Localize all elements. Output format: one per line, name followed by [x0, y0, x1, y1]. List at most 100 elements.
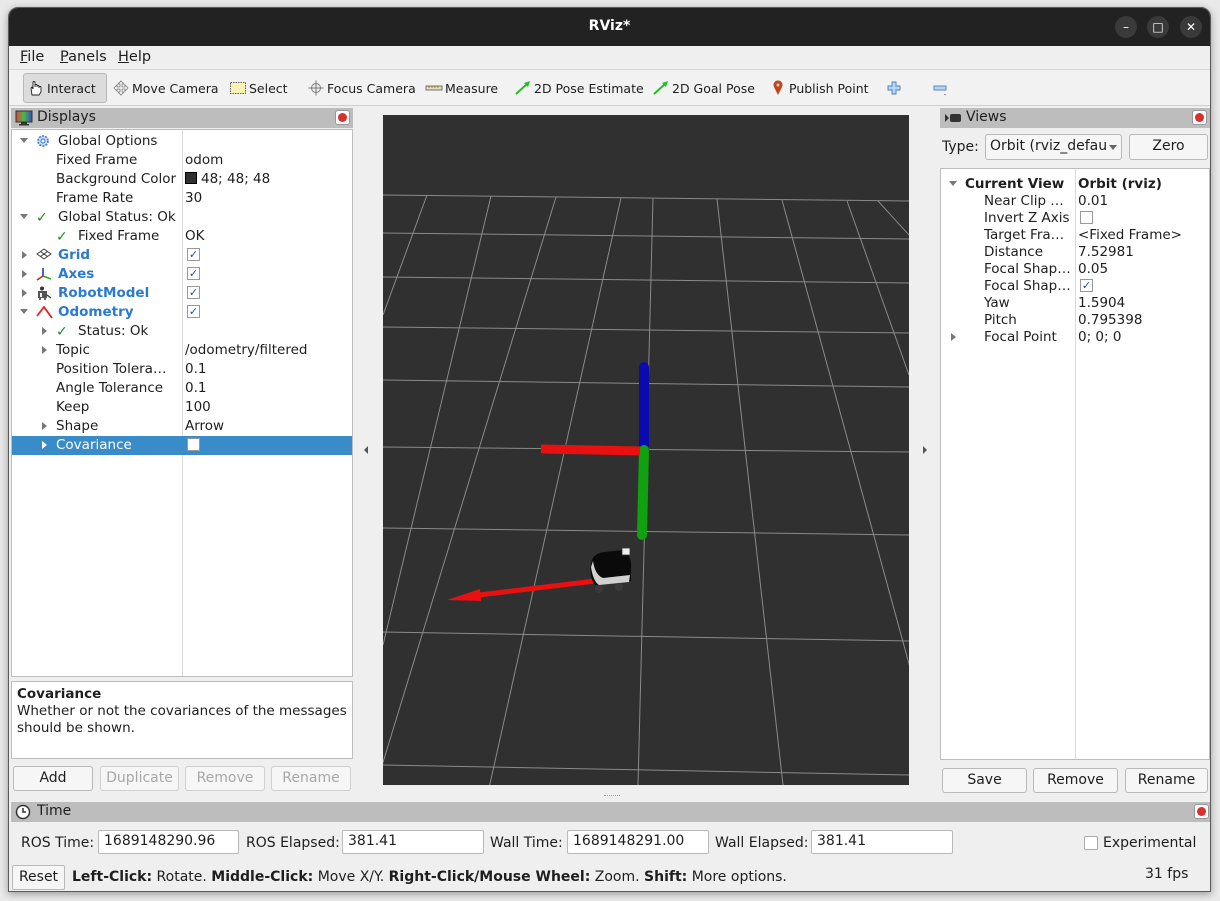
add-display-button[interactable]: Add — [13, 766, 93, 791]
experimental-checkbox[interactable] — [1084, 836, 1098, 850]
property-value[interactable]: 0.1 — [185, 361, 206, 377]
property-value[interactable]: 0; 0; 0 — [1078, 329, 1121, 345]
views-tree[interactable]: Current View Orbit (rviz) Near Clip … 0.01 I… — [940, 168, 1210, 760]
property-value[interactable]: Orbit (rviz) — [1078, 176, 1162, 192]
scene-canvas[interactable] — [383, 115, 909, 785]
views-close-icon[interactable] — [1192, 110, 1207, 125]
tool-measure[interactable]: Measure — [425, 73, 498, 103]
property-value[interactable]: 0.795398 — [1078, 312, 1142, 328]
property-checkbox[interactable] — [1080, 211, 1093, 224]
rename-display-button[interactable]: Rename — [271, 766, 351, 791]
expand-right-icon[interactable] — [42, 441, 47, 449]
expand-right-icon[interactable] — [42, 327, 47, 335]
tree-row[interactable]: Distance 7.52981 — [941, 243, 1209, 260]
tool-publish-point[interactable]: Publish Point — [769, 73, 869, 103]
property-value[interactable]: 100 — [185, 399, 211, 415]
tool-move-camera[interactable]: Move Camera — [112, 73, 219, 103]
tree-row[interactable]: Angle Tolerance 0.1 — [12, 379, 352, 398]
property-value[interactable]: /odometry/filtered — [185, 342, 307, 358]
tree-row[interactable]: Shape Arrow — [12, 417, 352, 436]
tree-row[interactable]: Fixed Frame odom — [12, 151, 352, 170]
splitter-handle[interactable] — [604, 795, 620, 797]
tree-row[interactable]: Current View Orbit (rviz) — [941, 175, 1209, 192]
tool-focus-camera[interactable]: Focus Camera — [307, 73, 416, 103]
menu-help[interactable]: Help — [118, 49, 151, 65]
wall-time-field[interactable]: 1689148291.00 — [567, 830, 709, 854]
tree-row[interactable]: Topic/odometry/filtered — [12, 341, 352, 360]
tree-row[interactable]: Focal Shap… ✓ — [941, 277, 1209, 294]
render-viewport[interactable] — [383, 115, 909, 785]
collapse-right-handle[interactable] — [923, 446, 927, 454]
property-checkbox[interactable]: ✓ — [1080, 279, 1093, 292]
tool-interact[interactable]: Interact — [23, 73, 107, 103]
tree-row[interactable]: Focal Shap… 0.05 — [941, 260, 1209, 277]
tree-row[interactable]: ✓ Fixed Frame OK — [12, 227, 352, 246]
expand-right-icon[interactable] — [42, 422, 47, 430]
add-tool-button[interactable] — [885, 73, 905, 103]
property-checkbox[interactable]: ✓ — [187, 248, 200, 261]
views-panel-header[interactable]: Views — [940, 108, 1210, 128]
expand-right-icon[interactable] — [951, 333, 956, 341]
tree-row[interactable]: Background Color 48; 48; 48 — [12, 170, 352, 189]
tree-row[interactable]: Frame Rate 30 — [12, 189, 352, 208]
expand-down-icon[interactable] — [20, 309, 28, 314]
tree-row[interactable]: Focal Point 0; 0; 0 — [941, 328, 1209, 345]
tree-row[interactable]: Grid ✓ — [12, 246, 352, 265]
tree-row[interactable]: Position Tolera… 0.1 — [12, 360, 352, 379]
property-value[interactable]: 7.52981 — [1078, 244, 1134, 260]
tree-row[interactable]: ✓ Global Status: Ok — [12, 208, 352, 227]
remove-tool-button[interactable] — [931, 73, 951, 103]
tool-select[interactable]: Select — [229, 73, 288, 103]
tree-row[interactable]: Covariance — [12, 436, 352, 455]
property-value[interactable]: 30 — [185, 190, 202, 206]
rename-view-button[interactable]: Rename — [1125, 768, 1208, 793]
property-value[interactable]: 0.1 — [185, 380, 206, 396]
displays-tree[interactable]: Global Options Fixed Frame odom Background … — [11, 129, 353, 677]
property-value[interactable]: 48; 48; 48 — [185, 171, 270, 187]
property-value[interactable]: 0.01 — [1078, 193, 1108, 209]
close-button[interactable]: ✕ — [1180, 16, 1202, 38]
title-bar[interactable]: RViz* – □ ✕ — [9, 8, 1210, 46]
remove-display-button[interactable]: Remove — [185, 766, 265, 791]
tree-row[interactable]: Pitch 0.795398 — [941, 311, 1209, 328]
property-value[interactable]: 0.05 — [1078, 261, 1108, 277]
expand-down-icon[interactable] — [20, 214, 28, 219]
expand-right-icon[interactable] — [22, 251, 27, 259]
tree-row[interactable]: Invert Z Axis — [941, 209, 1209, 226]
tree-row[interactable]: Odometry ✓ — [12, 303, 352, 322]
expand-down-icon[interactable] — [949, 181, 957, 186]
tool-2d-goal-pose[interactable]: 2D Goal Pose — [652, 73, 755, 103]
property-checkbox[interactable]: ✓ — [187, 305, 200, 318]
view-type-select[interactable]: Orbit (rviz_defau — [985, 134, 1122, 160]
reset-button[interactable]: Reset — [12, 865, 65, 890]
property-checkbox[interactable]: ✓ — [187, 267, 200, 280]
tree-row[interactable]: Yaw 1.5904 — [941, 294, 1209, 311]
minimize-button[interactable]: – — [1115, 16, 1137, 38]
ros-time-field[interactable]: 1689148290.96 — [98, 830, 239, 854]
tree-row[interactable]: Target Fra… <Fixed Frame> — [941, 226, 1209, 243]
duplicate-display-button[interactable]: Duplicate — [100, 766, 179, 791]
expand-right-icon[interactable] — [22, 289, 27, 297]
tree-row[interactable]: Axes ✓ — [12, 265, 352, 284]
time-close-icon[interactable] — [1194, 804, 1209, 819]
property-value[interactable]: odom — [185, 152, 223, 168]
tool-2d-pose-estimate[interactable]: 2D Pose Estimate — [514, 73, 644, 103]
property-checkbox[interactable] — [187, 438, 200, 451]
property-checkbox[interactable]: ✓ — [187, 286, 200, 299]
save-view-button[interactable]: Save — [942, 768, 1027, 793]
tree-row[interactable]: Global Options — [12, 132, 352, 151]
expand-right-icon[interactable] — [22, 270, 27, 278]
wall-elapsed-field[interactable]: 381.41 — [811, 830, 953, 854]
displays-close-icon[interactable] — [335, 110, 350, 125]
expand-right-icon[interactable] — [42, 346, 47, 354]
property-value[interactable]: <Fixed Frame> — [1078, 227, 1182, 243]
tree-row[interactable]: Keep 100 — [12, 398, 352, 417]
zero-button[interactable]: Zero — [1129, 134, 1208, 160]
tree-row[interactable]: Near Clip … 0.01 — [941, 192, 1209, 209]
ros-elapsed-field[interactable]: 381.41 — [342, 830, 484, 854]
property-value[interactable]: 1.5904 — [1078, 295, 1125, 311]
time-panel-header[interactable]: Time — [11, 802, 1210, 822]
displays-panel-header[interactable]: Displays — [11, 108, 353, 128]
property-value[interactable]: Arrow — [185, 418, 224, 434]
expand-down-icon[interactable] — [20, 138, 28, 143]
